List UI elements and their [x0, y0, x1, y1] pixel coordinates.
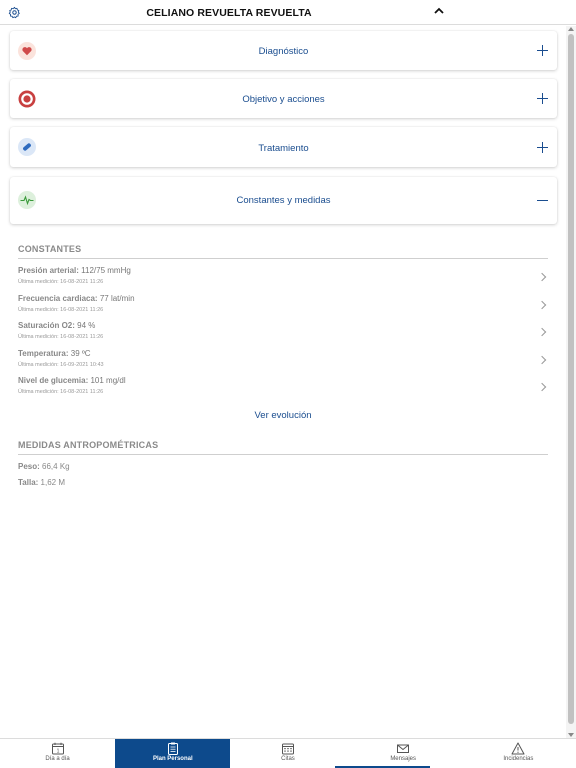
clipboard-icon: [167, 742, 178, 755]
svg-text:1: 1: [56, 749, 59, 755]
accordion-label: Constantes y medidas: [236, 195, 331, 206]
vital-date: Última medición: 16-08-2021 11:26: [18, 389, 104, 395]
divider: [18, 454, 548, 455]
vital-row-temperatura[interactable]: Temperatura: 39 ºC Última medición: 16-0…: [18, 349, 548, 375]
bottom-nav: 1 Día a día Plan Personal Citas Mensajes…: [0, 738, 576, 768]
measure-value: 66,4 Kg: [39, 462, 70, 471]
vital-label: Temperatura:: [18, 349, 69, 358]
patient-name-title: CELIANO REVUELTA REVUELTA: [146, 7, 312, 19]
accordion-constantes[interactable]: Constantes y medidas: [10, 177, 557, 224]
plus-icon[interactable]: [537, 45, 548, 56]
measure-peso: Peso: 66,4 Kg: [18, 462, 70, 471]
minus-icon[interactable]: [537, 195, 548, 206]
accordion-label: Diagnóstico: [258, 46, 309, 57]
nav-label: Citas: [281, 756, 295, 762]
chevron-right-icon: [537, 300, 547, 310]
vital-row-presion[interactable]: Presión arterial: 112/75 mmHg Última med…: [18, 266, 548, 292]
vital-date: Última medición: 16-08-2021 11:26: [18, 307, 104, 313]
scroll-down-icon[interactable]: [568, 733, 574, 737]
accordion-label: Tratamiento: [258, 143, 309, 154]
vital-row-saturacion[interactable]: Saturación O2: 94 % Última medición: 16-…: [18, 321, 548, 347]
section-title-constantes: CONSTANTES: [18, 244, 82, 254]
calendar-day-icon: 1: [51, 742, 64, 755]
plus-icon[interactable]: [537, 142, 548, 153]
scrollbar-thumb[interactable]: [568, 34, 574, 724]
nav-mensajes[interactable]: Mensajes: [346, 739, 461, 768]
vital-label: Presión arterial:: [18, 266, 79, 275]
ver-evolucion-link[interactable]: Ver evolución: [0, 410, 566, 421]
vital-date: Última medición: 16-08-2021 11:26: [18, 334, 104, 340]
plus-icon[interactable]: [537, 93, 548, 104]
nav-plan-personal[interactable]: Plan Personal: [115, 739, 231, 768]
measure-label: Peso:: [18, 462, 40, 471]
vital-value: 101 mg/dl: [88, 376, 126, 385]
accordion-diagnostico[interactable]: Diagnóstico: [10, 31, 557, 70]
warning-icon: [511, 742, 525, 755]
envelope-icon: [397, 744, 410, 753]
vital-row-frecuencia[interactable]: Frecuencia cardiaca: 77 lat/min Última m…: [18, 294, 548, 320]
nav-dia-a-dia[interactable]: 1 Día a día: [0, 739, 115, 768]
chevron-right-icon: [537, 355, 547, 365]
chevron-right-icon: [537, 327, 547, 337]
vital-date: Última medición: 16-09-2021 10:43: [18, 362, 104, 368]
chevron-right-icon: [537, 382, 547, 392]
vital-label: Saturación O2:: [18, 321, 75, 330]
vital-value: 77 lat/min: [97, 294, 135, 303]
vital-date: Última medición: 16-08-2021 11:26: [18, 279, 104, 285]
measure-value: 1,62 M: [38, 478, 65, 487]
divider: [18, 258, 548, 259]
nav-citas[interactable]: Citas: [230, 739, 345, 768]
nav-label: Mensajes: [390, 756, 416, 762]
vital-value: 39 ºC: [68, 349, 91, 358]
vital-value: 112/75 mmHg: [78, 266, 131, 275]
accordion-objetivo[interactable]: Objetivo y acciones: [10, 79, 557, 118]
calendar-grid-icon: [281, 743, 294, 755]
main-content: Diagnóstico Objetivo y acciones Tratamie…: [0, 26, 566, 738]
accordion-tratamiento[interactable]: Tratamiento: [10, 127, 557, 167]
accordion-label: Objetivo y acciones: [242, 94, 325, 105]
app-header: CELIANO REVUELTA REVUELTA: [0, 0, 576, 25]
chevron-up-icon[interactable]: [433, 6, 445, 16]
measure-talla: Talla: 1,62 M: [18, 478, 65, 487]
nav-label: Día a día: [45, 756, 70, 762]
measure-label: Talla:: [18, 478, 39, 487]
vital-row-glucemia[interactable]: Nivel de glucemia: 101 mg/dl Última medi…: [18, 376, 548, 402]
scrollbar[interactable]: [566, 26, 576, 738]
vital-label: Frecuencia cardiaca:: [18, 294, 98, 303]
scroll-up-icon[interactable]: [568, 27, 574, 31]
vital-value: 94 %: [74, 321, 96, 330]
section-title-medidas: MEDIDAS ANTROPOMÉTRICAS: [18, 440, 159, 450]
nav-label: Incidencias: [503, 756, 534, 762]
vital-label: Nivel de glucemia:: [18, 376, 89, 385]
chevron-right-icon: [537, 272, 547, 282]
nav-incidencias[interactable]: Incidencias: [461, 739, 576, 768]
nav-label: Plan Personal: [152, 756, 193, 762]
